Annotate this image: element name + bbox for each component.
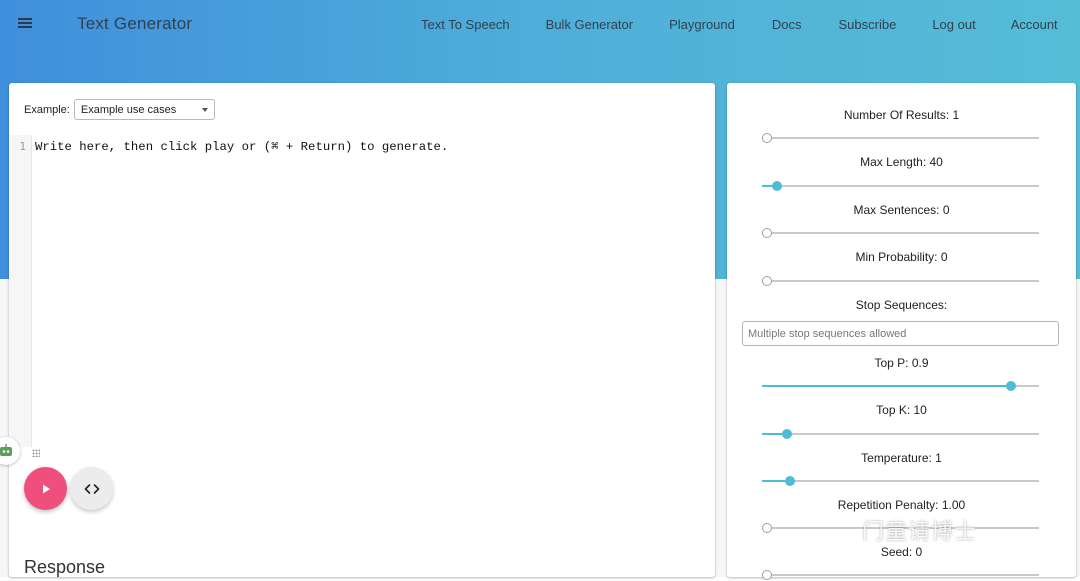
slider-thumb[interactable] <box>762 570 772 580</box>
response-heading: Response <box>24 557 106 577</box>
line-gutter: 1 <box>9 135 32 447</box>
top-p-slider[interactable] <box>762 380 1039 392</box>
num-results-label: Number Of Results: 1 <box>843 108 960 122</box>
top-k-label: Top K: 10 <box>876 403 927 417</box>
main-nav: Text To Speech Bulk Generator Playground… <box>421 17 1058 32</box>
max-length-label: Max Length: 40 <box>860 155 943 169</box>
play-button[interactable] <box>24 467 67 510</box>
chevron-down-icon <box>201 107 208 112</box>
nav-log-out[interactable]: Log out <box>932 17 975 32</box>
example-select[interactable]: Example use cases <box>73 99 215 120</box>
nav-text-to-speech[interactable]: Text To Speech <box>421 17 510 32</box>
stop-sequences-label: Stop Sequences: <box>855 298 948 312</box>
slider-thumb[interactable] <box>1006 381 1017 391</box>
max-sentences-slider[interactable] <box>762 227 1039 239</box>
nav-playground[interactable]: Playground <box>669 17 735 32</box>
stop-sequences-input[interactable] <box>742 321 1059 346</box>
repetition-penalty-slider[interactable] <box>762 522 1039 534</box>
example-label: Example: <box>24 103 70 116</box>
resize-handle-icon[interactable] <box>32 449 40 457</box>
robot-icon <box>0 444 12 456</box>
slider-thumb[interactable] <box>772 181 783 191</box>
seed-label: Seed: 0 <box>880 545 923 559</box>
app-title: Text Generator <box>77 14 193 33</box>
temperature-slider[interactable] <box>762 475 1039 487</box>
top-k-slider[interactable] <box>762 428 1039 440</box>
slider-thumb[interactable] <box>762 228 772 238</box>
line-number: 1 <box>19 140 26 153</box>
nav-docs[interactable]: Docs <box>772 17 802 32</box>
min-probability-label: Min Probability: 0 <box>855 250 948 264</box>
seed-slider[interactable] <box>762 569 1039 581</box>
code-brackets-icon <box>84 483 99 494</box>
example-select-value: Example use cases <box>80 103 177 116</box>
num-results-slider[interactable] <box>762 132 1039 144</box>
code-editor[interactable]: 1 Write here, then click play or (⌘ + Re… <box>9 135 715 447</box>
repetition-penalty-label: Repetition Penalty: 1.00 <box>837 498 966 512</box>
nav-account[interactable]: Account <box>1011 17 1058 32</box>
hamburger-menu-icon[interactable] <box>12 10 38 36</box>
view-code-button[interactable] <box>70 467 113 510</box>
slider-thumb[interactable] <box>784 476 795 486</box>
slider-thumb[interactable] <box>762 276 772 286</box>
top-navigation-bar: Text Generator Text To Speech Bulk Gener… <box>0 0 1080 48</box>
code-line[interactable]: Write here, then click play or (⌘ + Retu… <box>35 139 448 154</box>
max-sentences-label: Max Sentences: 0 <box>853 203 950 217</box>
slider-thumb[interactable] <box>762 523 772 533</box>
play-icon <box>42 484 50 493</box>
editor-panel: Example: Example use cases 1 Write here,… <box>9 83 715 577</box>
min-probability-slider[interactable] <box>762 275 1039 287</box>
parameters-panel: Number Of Results: 1 Max Length: 40 Max … <box>727 83 1076 580</box>
nav-subscribe[interactable]: Subscribe <box>839 17 897 32</box>
slider-thumb[interactable] <box>762 133 772 143</box>
temperature-label: Temperature: 1 <box>861 451 942 465</box>
slider-thumb[interactable] <box>781 429 792 439</box>
example-row: Example: Example use cases <box>24 99 215 120</box>
max-length-slider[interactable] <box>762 180 1039 192</box>
nav-bulk-generator[interactable]: Bulk Generator <box>546 17 633 32</box>
top-p-label: Top P: 0.9 <box>874 356 929 370</box>
